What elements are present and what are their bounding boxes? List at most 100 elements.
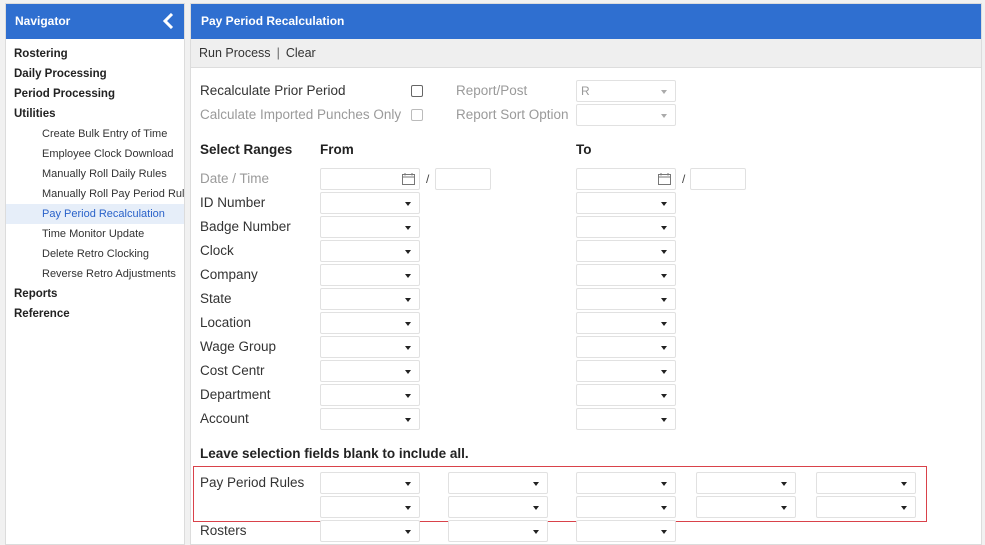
nav-sub-delete-retro-clocking[interactable]: Delete Retro Clocking	[6, 244, 184, 264]
chevron-down-icon	[661, 250, 667, 254]
clear-button[interactable]: Clear	[286, 46, 316, 60]
report-sort-select[interactable]	[576, 104, 676, 126]
nav-sub-reverse-retro-adjustments[interactable]: Reverse Retro Adjustments	[6, 264, 184, 284]
nav-sub-create-bulk-entry[interactable]: Create Bulk Entry of Time	[6, 124, 184, 144]
from-state-select[interactable]	[320, 288, 420, 310]
calc-imported-checkbox[interactable]	[411, 109, 423, 121]
range-label-wage-group: Wage Group	[200, 339, 277, 354]
to-location-select[interactable]	[576, 312, 676, 334]
date-time-label: Date / Time	[200, 171, 270, 186]
pay-period-rule-select[interactable]	[576, 472, 676, 494]
recalc-prior-checkbox[interactable]	[411, 85, 423, 97]
nav-sub-employee-clock-download[interactable]: Employee Clock Download	[6, 144, 184, 164]
from-id-number-select[interactable]	[320, 192, 420, 214]
nav-sub-pay-period-recalculation[interactable]: Pay Period Recalculation	[6, 204, 184, 224]
nav-item-period-processing[interactable]: Period Processing	[6, 84, 184, 104]
nav-item-rostering[interactable]: Rostering	[6, 44, 184, 64]
roster-select[interactable]	[448, 520, 548, 542]
rosters-label: Rosters	[200, 523, 247, 538]
range-label-location: Location	[200, 315, 252, 330]
toolbar-separator: |	[276, 46, 280, 60]
to-cost-centr-select[interactable]	[576, 360, 676, 382]
to-time-input[interactable]	[690, 168, 746, 190]
nav-item-reference[interactable]: Reference	[6, 304, 184, 324]
pay-period-rule-select[interactable]	[320, 472, 420, 494]
pay-period-rule-select[interactable]	[696, 472, 796, 494]
chevron-down-icon	[405, 250, 411, 254]
range-label-company: Company	[200, 267, 258, 282]
nav-item-utilities[interactable]: Utilities	[6, 104, 184, 124]
to-heading: To	[576, 142, 592, 157]
chevron-down-icon	[405, 202, 411, 206]
page-title: Pay Period Recalculation	[191, 4, 981, 39]
chevron-left-icon[interactable]	[162, 13, 176, 29]
nav-sub-time-monitor-update[interactable]: Time Monitor Update	[6, 224, 184, 244]
to-department-select[interactable]	[576, 384, 676, 406]
from-cost-centr-select[interactable]	[320, 360, 420, 382]
from-company-select[interactable]	[320, 264, 420, 286]
report-post-label: Report/Post	[456, 83, 528, 98]
chevron-down-icon	[405, 530, 411, 534]
pay-period-rule-select[interactable]	[320, 496, 420, 518]
report-post-value: R	[581, 84, 590, 98]
report-post-select[interactable]: R	[576, 80, 676, 102]
to-id-number-select[interactable]	[576, 192, 676, 214]
run-process-button[interactable]: Run Process	[199, 46, 271, 60]
from-clock-select[interactable]	[320, 240, 420, 262]
chevron-down-icon	[661, 346, 667, 350]
to-clock-select[interactable]	[576, 240, 676, 262]
to-wage-group-select[interactable]	[576, 336, 676, 358]
navigator-header: Navigator	[6, 4, 184, 39]
chevron-down-icon	[661, 370, 667, 374]
from-badge-number-select[interactable]	[320, 216, 420, 238]
pay-period-rule-select[interactable]	[448, 472, 548, 494]
pay-period-rule-select[interactable]	[816, 472, 916, 494]
chevron-down-icon	[405, 322, 411, 326]
chevron-down-icon	[901, 482, 907, 486]
chevron-down-icon	[405, 506, 411, 510]
pay-period-rule-select[interactable]	[448, 496, 548, 518]
chevron-down-icon	[405, 370, 411, 374]
to-state-select[interactable]	[576, 288, 676, 310]
recalc-prior-label: Recalculate Prior Period	[200, 83, 346, 98]
from-location-select[interactable]	[320, 312, 420, 334]
pay-period-rule-select[interactable]	[816, 496, 916, 518]
from-account-select[interactable]	[320, 408, 420, 430]
from-time-input[interactable]	[435, 168, 491, 190]
chevron-down-icon	[533, 530, 539, 534]
to-badge-number-select[interactable]	[576, 216, 676, 238]
nav-item-reports[interactable]: Reports	[6, 284, 184, 304]
range-label-state: State	[200, 291, 232, 306]
roster-select[interactable]	[576, 520, 676, 542]
from-date-time-separator: /	[426, 172, 430, 186]
toolbar: Run Process | Clear	[191, 39, 981, 68]
from-department-select[interactable]	[320, 384, 420, 406]
range-label-cost-centr: Cost Centr	[200, 363, 265, 378]
range-label-badge-number: Badge Number	[200, 219, 291, 234]
to-account-select[interactable]	[576, 408, 676, 430]
chevron-down-icon	[405, 274, 411, 278]
navigator-title: Navigator	[15, 14, 71, 28]
pay-period-rule-select[interactable]	[696, 496, 796, 518]
to-date-input[interactable]	[576, 168, 676, 190]
chevron-down-icon	[781, 506, 787, 510]
chevron-down-icon	[405, 394, 411, 398]
calendar-icon[interactable]	[402, 173, 415, 185]
chevron-down-icon	[661, 394, 667, 398]
nav-sub-roll-daily-rules[interactable]: Manually Roll Daily Rules	[6, 164, 184, 184]
chevron-down-icon	[661, 298, 667, 302]
from-heading: From	[320, 142, 354, 157]
roster-select[interactable]	[320, 520, 420, 542]
nav-sub-roll-pay-period-rule[interactable]: Manually Roll Pay Period Rule	[6, 184, 184, 204]
to-company-select[interactable]	[576, 264, 676, 286]
pay-period-rule-select[interactable]	[576, 496, 676, 518]
from-wage-group-select[interactable]	[320, 336, 420, 358]
chevron-down-icon	[661, 90, 667, 94]
from-date-input[interactable]	[320, 168, 420, 190]
nav-item-daily-processing[interactable]: Daily Processing	[6, 64, 184, 84]
calendar-icon[interactable]	[658, 173, 671, 185]
chevron-down-icon	[661, 274, 667, 278]
range-label-department: Department	[200, 387, 271, 402]
range-label-account: Account	[200, 411, 249, 426]
chevron-down-icon	[661, 114, 667, 118]
